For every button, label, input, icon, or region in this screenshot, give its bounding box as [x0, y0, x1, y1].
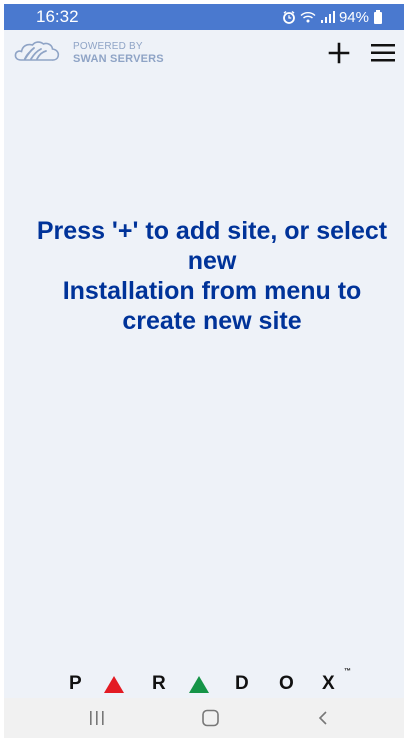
- message-line-3: Installation from menu to: [62, 277, 362, 305]
- message-line-2: new: [187, 247, 237, 275]
- plus-icon: [328, 42, 350, 64]
- status-time: 16:32: [36, 7, 79, 26]
- brand-letter-o: O: [279, 673, 294, 694]
- home-icon: [202, 709, 219, 727]
- android-navigation-bar: [4, 698, 404, 738]
- brand-letter-r: R: [152, 673, 166, 694]
- message-line-4: create new site: [122, 307, 302, 335]
- swan-servers-logo: [12, 38, 62, 70]
- back-icon: [318, 711, 327, 725]
- brand-letter-d: D: [235, 673, 249, 694]
- wifi-icon: [300, 10, 316, 24]
- paradox-logo: P R D O X ™: [4, 668, 404, 698]
- red-triangle-icon: [104, 676, 124, 693]
- home-button[interactable]: [195, 707, 225, 729]
- recent-apps-icon: [90, 711, 104, 725]
- brand-letter-p: P: [69, 673, 82, 694]
- trademark-symbol: ™: [344, 668, 351, 675]
- company-name: SWAN SERVERS: [73, 53, 164, 65]
- battery-icon: [373, 9, 383, 25]
- recent-apps-button[interactable]: [82, 707, 112, 729]
- green-triangle-icon: [189, 676, 209, 693]
- battery-percentage: 94%: [338, 8, 369, 26]
- main-menu-button[interactable]: [369, 40, 397, 66]
- brand-letter-x: X: [322, 673, 335, 694]
- status-icons: 94%: [282, 8, 383, 26]
- add-site-button[interactable]: [324, 38, 354, 68]
- back-button[interactable]: [309, 707, 339, 729]
- empty-state-message: Press '+' to add site, or select new Ins…: [12, 216, 404, 336]
- app-header: POWERED BY SWAN SERVERS: [4, 30, 404, 80]
- status-bar: 16:32 94%: [4, 4, 404, 30]
- phone-screen: 16:32 94% POWERED BY SWAN SERVERS Press …: [4, 4, 404, 738]
- message-line-1: Press '+' to add site, or select: [36, 217, 388, 245]
- alarm-icon: [282, 10, 296, 24]
- signal-icon: [320, 10, 335, 24]
- hamburger-menu-icon: [371, 44, 395, 62]
- powered-by-label: POWERED BY: [73, 41, 143, 52]
